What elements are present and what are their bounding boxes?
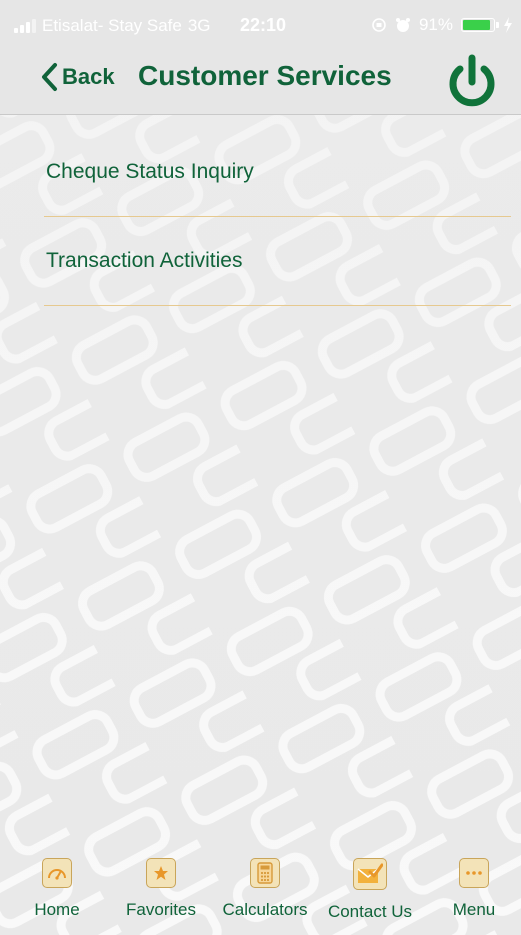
app-screen: Back Customer Services Etisalat- Stay Sa…: [0, 0, 521, 935]
signal-icon: [14, 19, 36, 33]
list-item-label: Cheque Status Inquiry: [46, 160, 254, 183]
battery-icon: [461, 18, 499, 32]
charging-icon: [504, 17, 512, 33]
calculator-icon: [250, 858, 280, 888]
tab-label: Calculators: [222, 900, 308, 919]
network-type: 3G: [187, 16, 211, 35]
speedometer-icon: [42, 858, 72, 888]
more-dots-icon: [459, 858, 489, 888]
tab-calculators[interactable]: Calculators: [215, 858, 315, 920]
tab-home[interactable]: Home: [22, 858, 92, 920]
clock: 22:10: [240, 15, 287, 35]
status-bar: Etisalat- Stay Safe 3G 22:10 91%: [0, 0, 521, 52]
logout-button[interactable]: [442, 52, 502, 108]
star-icon: [146, 858, 176, 888]
list-item-cheque-status[interactable]: Cheque Status Inquiry: [44, 128, 511, 217]
list-item-label: Transaction Activities: [46, 249, 243, 272]
back-button[interactable]: Back: [40, 62, 115, 92]
chevron-left-icon: [42, 63, 57, 91]
customer-services-list: Cheque Status Inquiry Transaction Activi…: [0, 128, 521, 306]
tab-label: Favorites: [126, 900, 196, 919]
tab-label: Home: [34, 900, 80, 919]
page-title: Customer Services: [138, 60, 392, 91]
battery-percent: 91%: [418, 15, 453, 34]
list-item-transaction-activities[interactable]: Transaction Activities: [44, 217, 511, 306]
envelope-check-icon: [353, 858, 387, 890]
tab-label: Menu: [452, 900, 496, 919]
tab-label: Contact Us: [327, 902, 413, 921]
tab-menu[interactable]: Menu: [444, 858, 504, 920]
tab-contact-us[interactable]: Contact Us: [320, 858, 420, 922]
power-icon: [449, 54, 495, 107]
rotation-lock-icon: [372, 18, 386, 32]
tab-bar: Home Favorites Calculators Contact Us Me…: [0, 858, 521, 935]
alarm-icon: [395, 18, 410, 32]
tab-favorites[interactable]: Favorites: [118, 858, 204, 920]
back-label: Back: [62, 64, 115, 89]
carrier-name: Etisalat- Stay Safe: [42, 16, 182, 35]
